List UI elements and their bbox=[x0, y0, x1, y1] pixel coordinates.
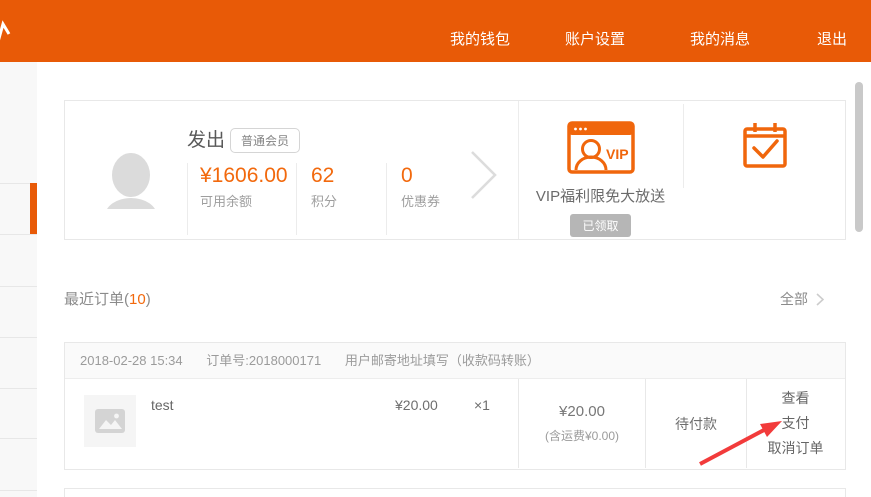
recent-orders-title: 最近订单(10) bbox=[64, 288, 151, 309]
avatar bbox=[103, 151, 159, 209]
next-order-card bbox=[64, 488, 846, 497]
order-number: 订单号:2018000171 bbox=[206, 353, 321, 368]
product-name[interactable]: test bbox=[151, 397, 174, 413]
order-header: 2018-02-28 15:34 订单号:2018000171 用户邮寄地址填写… bbox=[65, 343, 845, 379]
chevron-right-icon bbox=[816, 293, 824, 306]
balance-label: 可用余额 bbox=[200, 191, 296, 210]
username: 发出 bbox=[187, 125, 225, 152]
status-label: 待付款 bbox=[675, 414, 717, 434]
nav-account-settings[interactable]: 账户设置 bbox=[565, 28, 625, 49]
product-cell: test ¥20.00 ×1 bbox=[65, 379, 518, 468]
order-card: 2018-02-28 15:34 订单号:2018000171 用户邮寄地址填写… bbox=[64, 342, 846, 470]
order-note: 用户邮寄地址填写（收款码转账） bbox=[345, 353, 540, 368]
shipping-note: (含运费¥0.00) bbox=[545, 427, 619, 444]
view-all-label: 全部 bbox=[780, 289, 808, 309]
vip-icon: VIP bbox=[567, 121, 635, 174]
sidebar-divider bbox=[0, 490, 37, 491]
pay-order-link[interactable]: 支付 bbox=[782, 411, 810, 436]
cancel-order-link[interactable]: 取消订单 bbox=[768, 436, 824, 461]
signin-zone bbox=[683, 101, 846, 239]
product-quantity: ×1 bbox=[474, 397, 490, 413]
coupons-stat[interactable]: 0 优惠券 bbox=[386, 163, 476, 235]
logo-fragment-icon bbox=[0, 20, 12, 44]
vip-icon-label: VIP bbox=[606, 146, 629, 162]
nav-logout[interactable]: 退出 bbox=[817, 28, 847, 49]
product-price: ¥20.00 bbox=[395, 397, 438, 413]
sidebar-divider bbox=[0, 388, 37, 389]
view-order-link[interactable]: 查看 bbox=[782, 386, 810, 411]
view-all-link[interactable]: 全部 bbox=[780, 289, 850, 309]
page: 我的钱包 账户设置 我的消息 退出 发出 普通会员 ¥1606.00 可用余额 … bbox=[0, 0, 871, 497]
sidebar-active-indicator bbox=[30, 183, 37, 234]
coupons-label: 优惠券 bbox=[401, 191, 476, 210]
order-status: 待付款 bbox=[645, 379, 746, 468]
member-level-badge: 普通会员 bbox=[230, 128, 300, 153]
sidebar bbox=[0, 62, 37, 497]
total-cell: ¥20.00 (含运费¥0.00) bbox=[518, 379, 645, 468]
count-paren-close: ) bbox=[146, 291, 151, 308]
points-value: 62 bbox=[311, 163, 386, 188]
scrollbar-thumb[interactable] bbox=[855, 82, 863, 232]
recent-orders-label: 最近订单 bbox=[64, 291, 124, 308]
product-thumbnail[interactable] bbox=[84, 395, 136, 447]
points-label: 积分 bbox=[311, 191, 386, 210]
sidebar-divider bbox=[0, 286, 37, 287]
image-placeholder-icon bbox=[95, 409, 125, 433]
sidebar-divider bbox=[0, 234, 37, 235]
points-stat[interactable]: 62 积分 bbox=[296, 163, 386, 235]
orders-count: 10 bbox=[129, 291, 146, 308]
claimed-badge[interactable]: 已领取 bbox=[570, 214, 630, 237]
vip-promo-title: VIP福利限免大放送 bbox=[518, 185, 683, 206]
sidebar-divider bbox=[0, 337, 37, 338]
coupons-value: 0 bbox=[401, 163, 476, 188]
total-amount: ¥20.00 bbox=[559, 403, 605, 420]
user-summary-card: 发出 普通会员 ¥1606.00 可用余额 62 积分 0 优惠券 bbox=[64, 100, 846, 240]
nav-my-wallet[interactable]: 我的钱包 bbox=[450, 28, 510, 49]
nav-my-messages[interactable]: 我的消息 bbox=[690, 28, 750, 49]
balance-stat[interactable]: ¥1606.00 可用余额 bbox=[187, 163, 296, 235]
top-header: 我的钱包 账户设置 我的消息 退出 bbox=[0, 0, 871, 62]
calendar-check-icon[interactable] bbox=[741, 122, 789, 170]
sidebar-divider bbox=[0, 438, 37, 439]
order-body: test ¥20.00 ×1 ¥20.00 (含运费¥0.00) 待付款 查看 … bbox=[65, 379, 845, 468]
order-time: 2018-02-28 15:34 bbox=[80, 353, 183, 368]
vip-promo: VIP VIP福利限免大放送 已领取 bbox=[518, 101, 683, 239]
order-actions: 查看 支付 取消订单 bbox=[746, 379, 844, 468]
chevron-right-icon[interactable] bbox=[469, 149, 499, 206]
balance-value: ¥1606.00 bbox=[200, 163, 292, 188]
